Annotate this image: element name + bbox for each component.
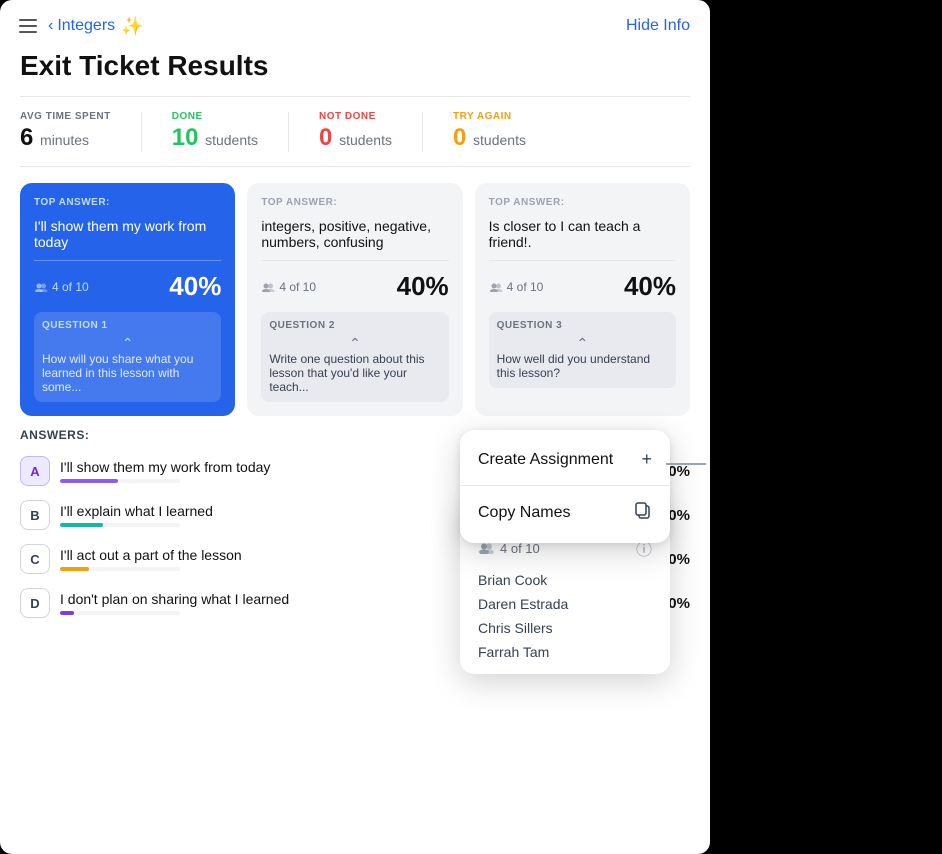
stat-try-again: TRY AGAIN 0 students [453,111,526,152]
dark-panel [710,0,942,854]
card1-answer-text: I'll show them my work from today [34,218,221,250]
done-label: DONE [172,111,258,122]
card2-q-text: Write one question about this lesson tha… [269,352,440,394]
card1-students: 4 of 10 [34,280,89,294]
try-again-label: TRY AGAIN [453,111,526,122]
main-panel: ‹ Integers ✨ Hide Info Exit Ticket Resul… [0,0,710,854]
sidebar-icon [17,15,39,37]
answer-letter-d: D [20,588,50,618]
popup-divider [460,485,670,486]
card3-footer: 4 of 10 40% [489,271,676,302]
try-again-unit: students [473,132,526,148]
avg-time-value: 6 [20,124,33,151]
card2-answer-text: integers, positive, negative, numbers, c… [261,218,448,250]
students-icon [34,282,48,292]
back-button[interactable]: ‹ Integers [48,17,115,35]
not-done-unit: students [339,132,392,148]
card3-students: 4 of 10 [489,280,544,294]
students-icon-3 [489,282,503,292]
card1-footer: 4 of 10 40% [34,271,221,302]
card2-question-section: QUESTION 2 ⌃ Write one question about th… [261,312,448,402]
sparkle-icon: ✨ [121,16,143,37]
card1-q-label: QUESTION 1 [42,320,213,331]
card2-footer: 4 of 10 40% [261,271,448,302]
answer-bar-track-b [60,523,180,527]
page-title: Exit Ticket Results [0,50,710,96]
stat-avg-time: AVG TIME SPENT 6 minutes [20,111,111,152]
question-card-2[interactable]: TOP ANSWER: integers, positive, negative… [247,183,462,416]
question-card-1[interactable]: TOP ANSWER: I'll show them my work from … [20,183,235,416]
question-card-3[interactable]: TOP ANSWER: Is closer to I can teach a f… [475,183,690,416]
card2-divider [261,260,448,261]
answer-letter-a: A [20,456,50,486]
stat-separator-2 [288,112,289,152]
sidebar-toggle-button[interactable] [14,12,42,40]
card3-divider [489,260,676,261]
answer-bar-a [60,479,118,483]
card1-divider [34,260,221,261]
card2-pct: 40% [397,271,449,302]
answer-bar-d [60,611,74,615]
students-icon-2 [261,282,275,292]
stat-separator-1 [141,112,142,152]
answer-letter-c: C [20,544,50,574]
card2-q-label: QUESTION 2 [269,320,440,331]
student-name-2: Daren Estrada [460,592,670,616]
card2-top-label: TOP ANSWER: [261,197,448,208]
done-unit: students [205,132,258,148]
create-assignment-item[interactable]: Create Assignment + [460,436,670,483]
answer-bar-c [60,567,89,571]
answer-bar-track-c [60,567,180,571]
card1-pct: 40% [169,271,221,302]
card3-question-section: QUESTION 3 ⌃ How well did you understand… [489,312,676,388]
student-name-3: Chris Sillers [460,616,670,640]
card3-q-text: How well did you understand this lesson? [497,352,668,380]
answer-bar-track-d [60,611,180,615]
card1-question-section: QUESTION 1 ⌃ How will you share what you… [34,312,221,402]
card3-pct: 40% [624,271,676,302]
card2-students: 4 of 10 [261,280,316,294]
card1-top-label: TOP ANSWER: [34,197,221,208]
answer-bar-track-a [60,479,180,483]
done-value: 10 [172,124,199,151]
card1-q-text: How will you share what you learned in t… [42,352,213,394]
create-assignment-label: Create Assignment [478,451,613,469]
student-name-4: Farrah Tam [460,640,670,664]
card1-chevron-icon: ⌃ [42,335,213,352]
card3-answer-text: Is closer to I can teach a friend!. [489,218,676,250]
popup-connector-line [666,463,706,465]
copy-names-label: Copy Names [478,504,570,522]
copy-names-item[interactable]: Copy Names [460,488,670,537]
back-chevron-icon: ‹ [48,17,53,35]
card2-chevron-icon: ⌃ [269,335,440,352]
not-done-value: 0 [319,124,332,151]
stat-separator-3 [422,112,423,152]
answer-bar-b [60,523,103,527]
header: ‹ Integers ✨ Hide Info [0,0,710,50]
avg-time-label: AVG TIME SPENT [20,111,111,122]
card3-top-label: TOP ANSWER: [489,197,676,208]
stat-not-done: NOT DONE 0 students [319,111,392,152]
not-done-label: NOT DONE [319,111,392,122]
plus-icon: + [641,449,652,470]
cards-row: TOP ANSWER: I'll show them my work from … [0,167,710,428]
card3-chevron-icon: ⌃ [497,335,668,352]
header-left: ‹ Integers ✨ [14,12,144,40]
stat-done: DONE 10 students [172,111,258,152]
copy-icon-svg [634,501,652,519]
students-count-icon [478,542,494,554]
hide-info-button[interactable]: Hide Info [626,17,690,35]
popup-menu: Create Assignment + Copy Names [460,430,670,543]
answer-letter-b: B [20,500,50,530]
stats-row: AVG TIME SPENT 6 minutes DONE 10 student… [0,97,710,166]
avg-time-unit: minutes [40,132,89,148]
card3-q-label: QUESTION 3 [497,320,668,331]
student-name-1: Brian Cook [460,568,670,592]
back-label: Integers [57,17,115,35]
try-again-value: 0 [453,124,466,151]
copy-icon [634,501,652,524]
